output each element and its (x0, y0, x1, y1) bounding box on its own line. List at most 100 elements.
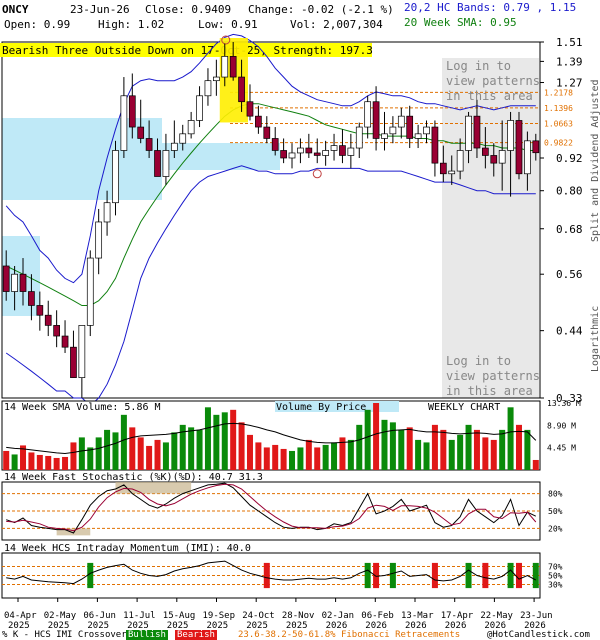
axis-adjusted-label: Split and Dividend Adjusted (590, 79, 600, 242)
candle-body-5 (44, 314, 52, 326)
volume-bar-18 (154, 439, 161, 470)
stoch-tick-1: 50% (548, 507, 563, 516)
volume-bar-44 (373, 403, 380, 470)
volume-bar-7 (62, 456, 69, 470)
volume-bar-15 (129, 427, 136, 470)
candle-body-56 (473, 115, 481, 149)
candle-body-38 (322, 150, 329, 156)
candle-body-28 (238, 76, 245, 103)
fib-label-3: 0.9822 (544, 139, 573, 148)
volume-bar-56 (473, 429, 480, 470)
login-text-1-2: in this area (446, 384, 533, 398)
volume-bar-59 (499, 429, 506, 470)
volume-bar-35 (297, 447, 304, 470)
imi-cross-63 (532, 562, 539, 589)
x-label-11: 17-Apr (441, 611, 474, 621)
candle-body-36 (305, 147, 313, 154)
imi-cross-57 (482, 562, 489, 589)
candle-body-19 (162, 150, 170, 177)
candle-body-63 (532, 140, 540, 154)
volume-bar-46 (389, 422, 396, 470)
volume-bar-41 (347, 439, 354, 470)
imi-cross-60 (507, 562, 514, 589)
candle-body-3 (28, 291, 35, 306)
login-text-0-0: Log in to (446, 59, 511, 73)
candle-body-59 (498, 150, 506, 164)
vbp-box-0 (2, 143, 162, 200)
volume-bar-9 (78, 437, 85, 470)
volume-bar-24 (204, 407, 211, 470)
footer-legend: % K - HCS IMI Crossover, (2, 630, 133, 640)
fib-note: 23.6-38.2-50-61.8% Fibonacci Retracement… (238, 630, 461, 640)
x-label-6: 24-Oct (242, 611, 275, 621)
candle-body-18 (154, 150, 161, 177)
volume-bar-29 (246, 434, 253, 470)
imi-cross-51 (431, 562, 438, 589)
x-label-1: 02-May (44, 611, 77, 621)
volume-bar-13 (112, 432, 119, 470)
candle-body-52 (439, 162, 447, 175)
candle-body-7 (61, 335, 69, 348)
stock-chart: Bearish Three Outside Down on 17-Oct-25,… (0, 33, 600, 631)
volume-bar-27 (230, 409, 237, 470)
imi-title: 14 Week HCS Intraday Momentum (IMI): 40.… (4, 543, 251, 554)
candle-body-43 (364, 101, 372, 128)
candle-body-9 (78, 325, 86, 378)
x-label-10: 13-Mar (401, 611, 434, 621)
volume-bar-26 (221, 412, 228, 470)
imi-cross-43 (364, 562, 371, 589)
candle-body-20 (170, 142, 178, 151)
candle-body-29 (246, 101, 254, 117)
volume-bar-53 (448, 439, 455, 470)
candle-body-22 (187, 120, 195, 135)
volume-bar-5 (45, 455, 52, 470)
volume-bar-62 (524, 429, 531, 470)
volume-bar-47 (398, 429, 405, 470)
candle-body-47 (397, 115, 405, 128)
volume-bar-28 (238, 422, 245, 470)
candle-body-4 (36, 305, 44, 316)
x-label-2: 06-Jun (83, 611, 116, 621)
candle-body-41 (347, 147, 355, 156)
candle-body-55 (465, 115, 472, 151)
candle-body-10 (86, 257, 94, 326)
stoch-title: 14 Week Fast Stochastic (%K)(%D): 40.7 3… (4, 472, 263, 483)
volume-bar-36 (305, 439, 312, 470)
candle-body-39 (330, 145, 338, 151)
imi-cross-61 (515, 562, 522, 589)
x-label-0: 04-Apr (4, 611, 37, 621)
imi-tick-0: 70% (548, 563, 563, 572)
imi-cross-44 (373, 562, 380, 589)
login-text-1-1: view patterns (446, 369, 540, 383)
candle-body-51 (431, 126, 439, 164)
volume-bar-14 (120, 414, 127, 470)
bullish-badge: Bullish (126, 630, 168, 640)
volume-bar-38 (322, 444, 329, 470)
copyright: @HotCandlestick.com (487, 630, 590, 640)
candle-body-16 (137, 126, 145, 139)
imi-tick-1: 50% (548, 572, 563, 581)
candle-body-21 (179, 133, 187, 144)
price-tick-2: 1.27 (556, 77, 583, 90)
imi-cross-55 (465, 562, 472, 589)
volume-bar-48 (406, 427, 413, 470)
candle-body-32 (271, 138, 279, 151)
price-tick-3: 0.92 (556, 152, 583, 165)
candle-body-37 (313, 152, 321, 156)
volume-bar-34 (289, 450, 296, 470)
volume-bar-50 (423, 442, 430, 470)
candle-body-54 (456, 150, 464, 172)
volume-bar-60 (507, 407, 514, 470)
price-tick-6: 0.56 (556, 268, 583, 281)
candle-body-49 (414, 133, 422, 139)
fib-label-2: 1.0663 (544, 119, 573, 128)
pattern-label: Bearish Three Outside Down on 17-Oct-25,… (2, 44, 373, 57)
volume-bar-6 (53, 457, 60, 470)
volume-bar-37 (314, 447, 321, 470)
candle-body-24 (204, 80, 212, 97)
candle-body-34 (288, 152, 296, 159)
x-label-13: 23-Jun (520, 611, 553, 621)
volume-bar-0 (3, 450, 10, 470)
price-tick-1: 1.39 (556, 55, 583, 68)
candle-body-61 (515, 120, 523, 175)
